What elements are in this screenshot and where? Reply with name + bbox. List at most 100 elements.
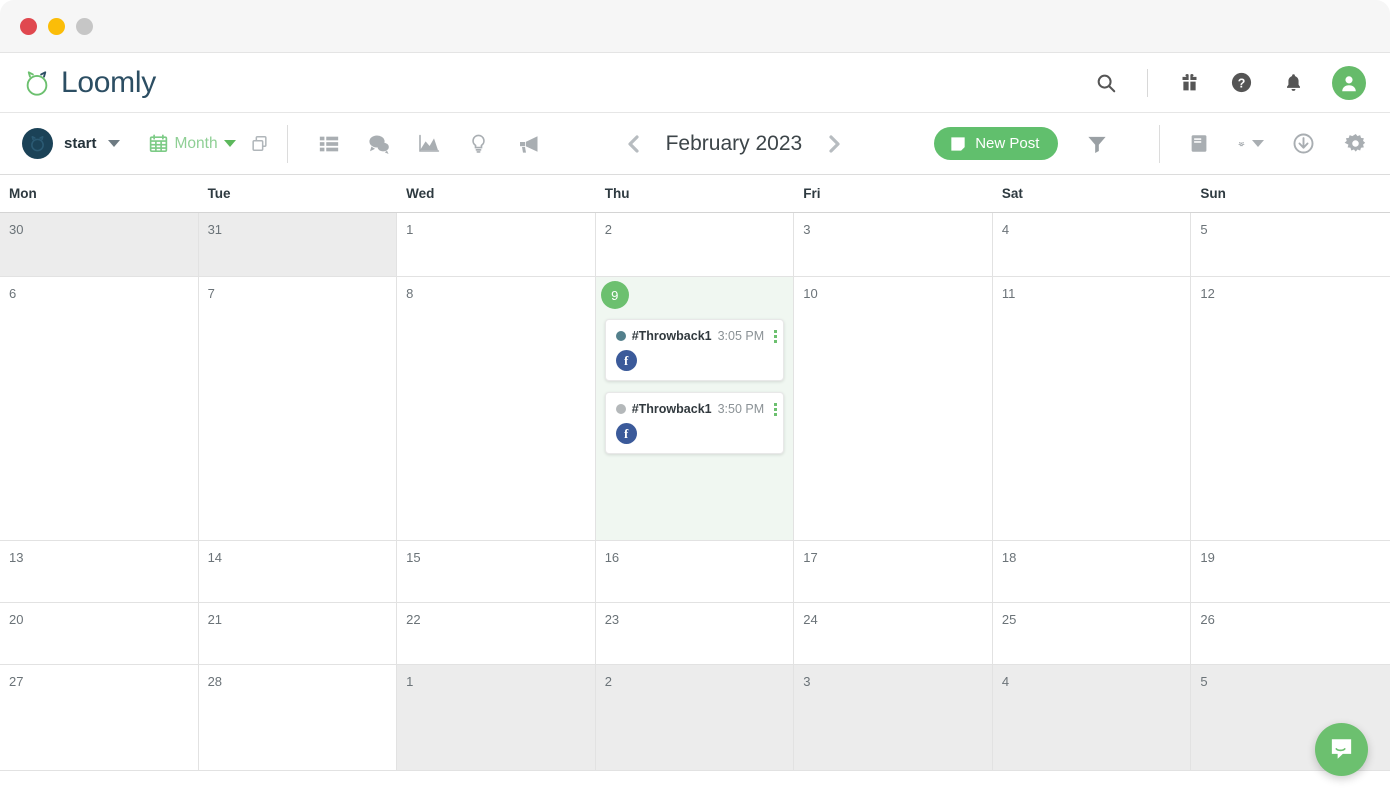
calendar-day-cell[interactable]: 31 <box>198 213 398 277</box>
app-window: Loomly ? start Month February 2023 New P… <box>0 0 1390 798</box>
view-selector[interactable]: Month <box>148 133 269 154</box>
post-channels: f <box>615 350 776 371</box>
library-icon[interactable] <box>1186 131 1212 157</box>
export-icon[interactable] <box>1290 131 1316 157</box>
ideas-icon[interactable] <box>466 131 492 157</box>
day-number: 15 <box>406 550 421 565</box>
filter-icon[interactable] <box>1086 133 1108 155</box>
calendar-day-cell[interactable]: 15 <box>397 541 596 603</box>
post-state-dot <box>615 404 626 414</box>
calendar-day-cell[interactable]: 11 <box>992 277 1192 541</box>
weekday-label: Sun <box>1200 186 1226 201</box>
calendar-day-cell[interactable]: 18 <box>992 541 1192 603</box>
calendar-day-cell[interactable]: 10 <box>794 277 993 541</box>
calendar-day-cell[interactable]: 6 <box>0 277 199 541</box>
calendar-day-cell[interactable]: 14 <box>198 541 398 603</box>
calendar-day-cell[interactable]: 2 <box>595 665 795 771</box>
calendar-day-cell[interactable]: 16 <box>595 541 795 603</box>
post-menu-icon[interactable] <box>770 402 778 416</box>
post-header: #Throwback1 3:50 PM <box>615 402 778 416</box>
prev-month-button[interactable] <box>624 132 644 156</box>
team-icon[interactable] <box>1238 131 1264 157</box>
calendar-day-cell[interactable]: 27 <box>0 665 199 771</box>
day-number: 3 <box>803 674 811 689</box>
calendar-day-cell[interactable]: 24 <box>794 603 993 665</box>
day-number: 14 <box>207 550 223 565</box>
day-number: 2 <box>604 222 612 237</box>
calendar-day-cell[interactable]: 1 <box>397 213 596 277</box>
calendar-day-cell[interactable]: 25 <box>992 603 1192 665</box>
calendar-avatar-icon <box>22 128 53 159</box>
chevron-down-icon[interactable] <box>1252 140 1264 147</box>
weekday-label: Sat <box>1001 186 1023 201</box>
chat-bubble-icon <box>1328 736 1355 763</box>
calendar-day-cell[interactable]: 4 <box>992 665 1192 771</box>
calendar-selector[interactable]: start <box>22 128 120 159</box>
month-navigation: February 2023 <box>624 132 845 156</box>
calendar-day-cell[interactable]: 4 <box>992 213 1192 277</box>
day-number: 6 <box>9 286 17 301</box>
bell-icon[interactable] <box>1280 70 1306 96</box>
calendar-day-cell[interactable]: 12 <box>1191 277 1390 541</box>
calendar-day-cell[interactable]: 20 <box>0 603 199 665</box>
view-label: Month <box>174 134 218 152</box>
comments-icon[interactable] <box>366 131 392 157</box>
day-number: 10 <box>803 286 818 301</box>
chat-launcher-button[interactable] <box>1315 723 1368 776</box>
calendar-day-cell[interactable]: 26 <box>1191 603 1390 665</box>
post-menu-icon[interactable] <box>770 329 778 343</box>
calendar-day-cell[interactable]: 19 <box>1191 541 1390 603</box>
post-title: #Throwback1 <box>631 329 712 343</box>
calendar-day-cell[interactable]: 7 <box>198 277 398 541</box>
facebook-icon[interactable]: f <box>615 350 637 371</box>
ads-icon[interactable] <box>516 131 542 157</box>
calendar-day-cell[interactable]: 30 <box>0 213 199 277</box>
window-close-button[interactable] <box>20 17 37 35</box>
calendar-day-cell[interactable]: 9 #Throwback1 3:05 PM f #Throwback1 3:50 PM f <box>595 277 795 541</box>
next-month-button[interactable] <box>824 132 844 156</box>
day-number: 21 <box>207 612 223 627</box>
facebook-icon[interactable]: f <box>615 423 637 444</box>
chevron-down-icon[interactable] <box>223 140 236 147</box>
calendar-day-cell[interactable]: 23 <box>595 603 795 665</box>
calendar-day-cell[interactable]: 3 <box>794 665 993 771</box>
post-title: #Throwback1 <box>631 402 712 416</box>
loomly-cat-icon <box>22 68 52 98</box>
calendar-day-cell[interactable]: 22 <box>397 603 596 665</box>
calendar-day-cell[interactable]: 28 <box>198 665 398 771</box>
brand-logo[interactable]: Loomly <box>22 66 156 100</box>
settings-icon[interactable] <box>1342 131 1368 157</box>
calendar-day-cell[interactable]: 5 <box>1191 213 1390 277</box>
day-number: 13 <box>9 550 24 565</box>
calendar-day-cell[interactable]: 21 <box>198 603 398 665</box>
calendar-day-cell[interactable]: 8 <box>397 277 596 541</box>
calendar-day-cell[interactable]: 1 <box>397 665 596 771</box>
avatar[interactable] <box>1332 65 1366 100</box>
post-channels: f <box>615 423 776 444</box>
post-card[interactable]: #Throwback1 3:50 PM f <box>604 392 785 454</box>
window-minimize-button[interactable] <box>48 17 65 35</box>
analytics-icon[interactable] <box>416 131 442 157</box>
day-number: 25 <box>1001 612 1017 627</box>
duplicate-icon[interactable] <box>250 134 269 153</box>
view-mode-icons <box>316 131 542 157</box>
list-view-icon[interactable] <box>316 131 342 157</box>
calendar-day-cell[interactable]: 13 <box>0 541 199 603</box>
post-state-dot <box>615 331 626 341</box>
window-maximize-button[interactable] <box>76 17 93 35</box>
gift-icon[interactable] <box>1176 70 1202 96</box>
help-icon[interactable]: ? <box>1228 70 1254 96</box>
day-number: 8 <box>406 286 414 301</box>
chevron-down-icon[interactable] <box>107 140 120 147</box>
calendar-day-cell[interactable]: 2 <box>595 213 795 277</box>
calendar-day-cell[interactable]: 17 <box>794 541 993 603</box>
post-card[interactable]: #Throwback1 3:05 PM f <box>604 319 785 381</box>
calendar-day-cell[interactable]: 3 <box>794 213 993 277</box>
day-number: 3 <box>803 222 811 237</box>
new-post-button[interactable]: New Post <box>934 127 1059 160</box>
day-number: 20 <box>9 612 24 627</box>
header-actions: ? <box>1093 65 1366 100</box>
calendar-toolbar: start Month February 2023 New Post <box>0 113 1390 175</box>
calendar-name: start <box>64 135 97 152</box>
search-icon[interactable] <box>1093 70 1119 96</box>
